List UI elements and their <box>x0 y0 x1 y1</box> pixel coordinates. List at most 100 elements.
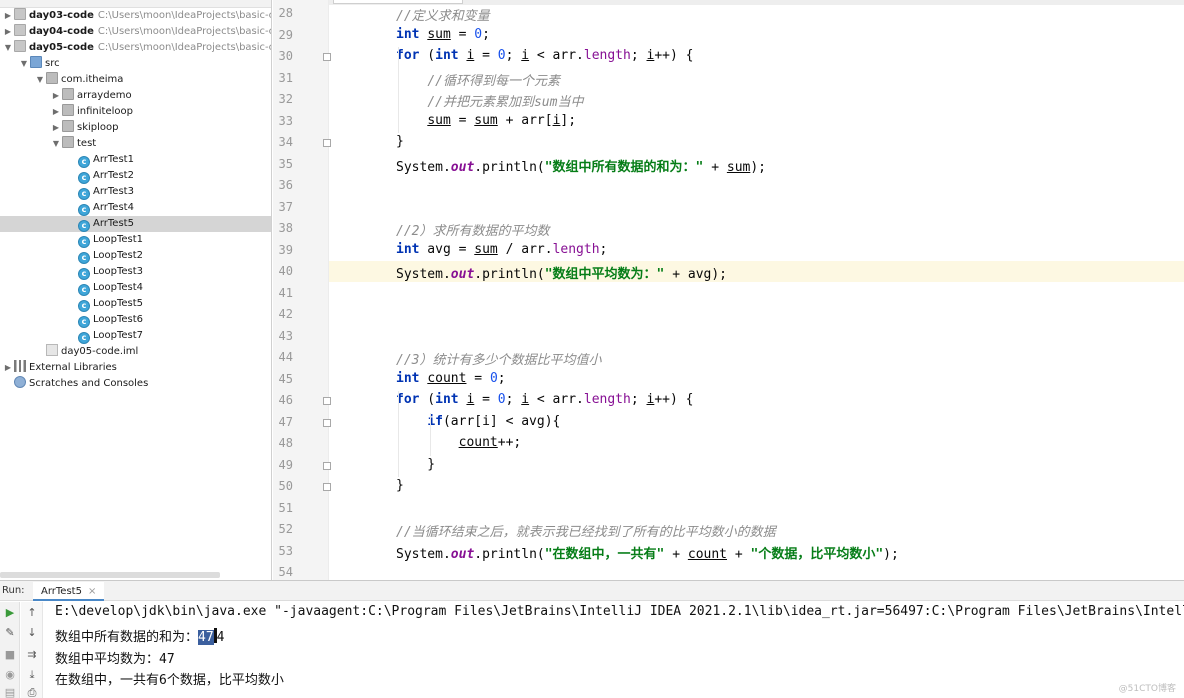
line-number: 48 <box>278 436 293 450</box>
down-arrow-icon[interactable]: ↓ <box>25 626 39 640</box>
code-token: } <box>396 456 436 472</box>
tree-item[interactable]: c LoopTest5 <box>0 296 271 312</box>
fold-marker-icon[interactable] <box>323 483 331 491</box>
tree-item[interactable]: day05-code.iml <box>0 344 271 360</box>
project-tree[interactable]: ▶ day03-code C:\Users\moon\IdeaProjects\ba… <box>0 0 272 580</box>
horizontal-scrollbar[interactable] <box>0 572 220 578</box>
chevron-down-icon[interactable]: ▼ <box>50 136 62 152</box>
run-tab-arrtest5[interactable]: ArrTest5 × <box>33 582 105 601</box>
fold-marker-icon[interactable] <box>323 139 331 147</box>
wrench-icon[interactable]: ✎ <box>3 626 17 640</box>
fold-marker-icon[interactable] <box>323 461 331 470</box>
tree-item[interactable]: c ArrTest4 <box>0 200 271 216</box>
tree-item[interactable]: ▶ arraydemo <box>0 88 271 104</box>
chevron-down-icon[interactable]: ▼ <box>34 72 46 88</box>
tree-item[interactable]: ▼ src <box>0 56 271 72</box>
fold-marker-icon[interactable] <box>323 53 331 61</box>
line-number: 37 <box>278 199 293 214</box>
output-text: 4 <box>216 630 225 645</box>
line-number: 31 <box>278 70 293 85</box>
line-number: 45 <box>278 371 293 386</box>
tree-item[interactable]: ▶ day03-code C:\Users\moon\IdeaProjects\ba… <box>0 8 271 24</box>
code-token: ; <box>630 48 647 63</box>
rerun-icon[interactable]: ▶ <box>3 606 17 620</box>
chevron-down-icon[interactable]: ▼ <box>2 40 14 56</box>
layout-icon[interactable]: ▤ <box>3 686 17 698</box>
code-line: sum = sum + arr[i]; <box>396 113 576 128</box>
code-token: = <box>466 370 490 386</box>
chevron-right-icon[interactable]: ▶ <box>2 8 14 24</box>
tree-item[interactable]: ▼ com.itheima <box>0 72 271 88</box>
line-number: 50 <box>278 479 293 493</box>
tree-item[interactable]: c LoopTest1 <box>0 232 271 248</box>
package-icon <box>62 88 74 100</box>
up-arrow-icon[interactable]: ↑ <box>25 606 39 620</box>
chevron-down-icon[interactable]: ▼ <box>18 56 30 72</box>
code-token: ); <box>883 546 899 562</box>
chevron-right-icon[interactable]: ▶ <box>2 360 14 376</box>
code-token: .println( <box>474 267 545 282</box>
package-icon <box>62 120 74 132</box>
code-token: "数组中所有数据的和为：" <box>544 159 704 175</box>
tree-item[interactable]: ▶ day04-code C:\Users\moon\IdeaProjects\ba… <box>0 24 271 40</box>
console-toolbar: ↑ ↓ ⇉ ⤓ ⎙ <box>21 602 43 698</box>
line-number: 34 <box>278 135 293 149</box>
tree-item-label: src <box>45 58 60 69</box>
code-token: count <box>687 546 728 562</box>
code-token: sum <box>474 241 498 257</box>
tree-item[interactable]: c ArrTest2 <box>0 168 271 184</box>
code-editor[interactable]: 28 29 30 31 32 33 34 35 36 37 38 39 40 41 42 43 44 45 46 47… <box>273 0 1184 580</box>
tree-item[interactable]: c ArrTest1 <box>0 152 271 168</box>
print-icon[interactable]: ⎙ <box>25 686 39 698</box>
tree-item-label: LoopTest2 <box>93 250 144 261</box>
module-folder-icon <box>14 8 26 20</box>
tree-item[interactable]: c ArrTest3 <box>0 184 271 200</box>
tree-item[interactable]: c ArrTest5 <box>0 216 271 232</box>
line-number: 53 <box>278 543 293 558</box>
tree-item[interactable]: ▼ test <box>0 136 271 152</box>
console-output[interactable]: E:\develop\jdk\bin\java.exe "-javaagent:… <box>55 602 1184 698</box>
chevron-right-icon[interactable]: ▶ <box>50 88 62 104</box>
java-class-icon: c <box>78 220 90 232</box>
chevron-right-icon[interactable]: ▶ <box>50 104 62 120</box>
code-line: if(arr[i] < avg){ <box>396 414 560 429</box>
code-token: ( <box>419 48 436 63</box>
line-number: 47 <box>278 414 293 429</box>
code-line: //并把元素累加到sum当中 <box>396 91 583 110</box>
chevron-right-icon[interactable]: ▶ <box>50 120 62 136</box>
tree-item[interactable]: c LoopTest2 <box>0 248 271 264</box>
code-line: System.out.println("数组中所有数据的和为：" + sum); <box>396 156 766 175</box>
code-token: sum <box>474 112 498 128</box>
tree-item[interactable]: ▶ infiniteloop <box>0 104 271 120</box>
source-folder-icon <box>30 56 42 68</box>
editor-tab-active[interactable] <box>333 0 463 4</box>
code-token: out <box>450 267 475 282</box>
code-line: } <box>396 457 435 472</box>
fold-marker-icon[interactable] <box>323 418 331 427</box>
tree-item[interactable]: c LoopTest7 <box>0 328 271 344</box>
tree-item-label: LoopTest4 <box>93 282 144 293</box>
scroll-to-end-icon[interactable]: ⤓ <box>25 668 39 682</box>
java-class-icon: c <box>78 252 90 264</box>
tree-item[interactable]: ▶ skiploop <box>0 120 271 136</box>
tree-item[interactable]: c LoopTest6 <box>0 312 271 328</box>
tree-item[interactable]: c LoopTest4 <box>0 280 271 296</box>
code-token: < arr. <box>529 48 584 63</box>
code-token: int <box>396 26 420 42</box>
code-token: avg = <box>419 241 475 257</box>
fold-marker-icon[interactable] <box>323 397 331 405</box>
java-class-icon: c <box>78 172 90 184</box>
close-icon[interactable]: × <box>88 586 96 597</box>
iml-file-icon <box>46 344 58 356</box>
tree-item[interactable]: ▶ External Libraries <box>0 360 271 376</box>
stop-icon[interactable]: ■ <box>3 648 17 662</box>
tree-item[interactable]: ▼ day05-code C:\Users\moon\IdeaProjects\ba… <box>0 40 271 56</box>
tree-item[interactable]: Scratches and Consoles <box>0 376 271 392</box>
code-token: = <box>474 392 498 407</box>
soft-wrap-icon[interactable]: ⇉ <box>25 648 39 662</box>
camera-icon[interactable]: ◉ <box>3 668 17 682</box>
tree-item-path: C:\Users\moon\IdeaProjects\basic-code <box>97 42 271 53</box>
chevron-right-icon[interactable]: ▶ <box>2 24 14 40</box>
console-output-line: 数组中所有数据的和为：47 4 <box>55 626 225 645</box>
tree-item[interactable]: c LoopTest3 <box>0 264 271 280</box>
